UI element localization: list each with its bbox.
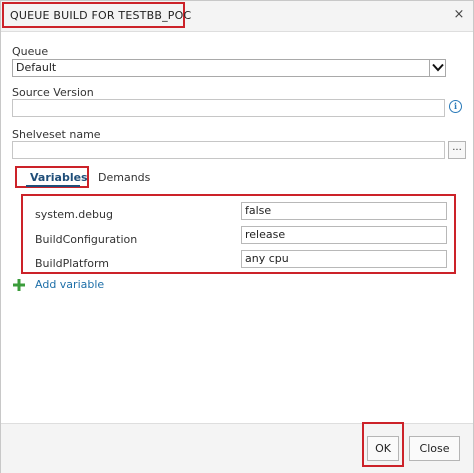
shelveset-label: Shelveset name	[12, 128, 101, 141]
tab-variables[interactable]: Variables	[30, 171, 88, 184]
queue-build-dialog: QUEUE BUILD FOR TESTBB_POC × Queue Defau…	[0, 0, 474, 473]
ok-button[interactable]: OK	[367, 436, 399, 461]
shelveset-input[interactable]	[12, 141, 445, 159]
dialog-title: QUEUE BUILD FOR TESTBB_POC	[10, 9, 192, 22]
variable-value-input[interactable]: false	[241, 202, 447, 220]
queue-select[interactable]: Default	[12, 59, 446, 77]
active-tab-underline	[26, 185, 80, 187]
variable-value-input[interactable]: any cpu	[241, 250, 447, 268]
source-version-label: Source Version	[12, 86, 94, 99]
variable-name: BuildPlatform	[35, 257, 110, 270]
variable-name: BuildConfiguration	[35, 233, 138, 246]
plus-icon[interactable]	[13, 279, 25, 291]
source-version-input[interactable]	[12, 99, 445, 117]
close-button[interactable]: Close	[409, 436, 460, 461]
browse-shelveset-button[interactable]: ...	[448, 141, 466, 159]
close-icon[interactable]: ×	[451, 7, 467, 23]
chevron-down-icon[interactable]	[429, 60, 445, 76]
queue-label: Queue	[12, 45, 49, 58]
dialog-header: QUEUE BUILD FOR TESTBB_POC ×	[1, 1, 473, 32]
variable-name: system.debug	[35, 208, 113, 221]
add-variable-link[interactable]: Add variable	[35, 278, 104, 291]
info-icon[interactable]: i	[449, 100, 462, 113]
queue-select-value: Default	[16, 61, 57, 74]
variable-value-input[interactable]: release	[241, 226, 447, 244]
tab-demands[interactable]: Demands	[98, 171, 150, 184]
